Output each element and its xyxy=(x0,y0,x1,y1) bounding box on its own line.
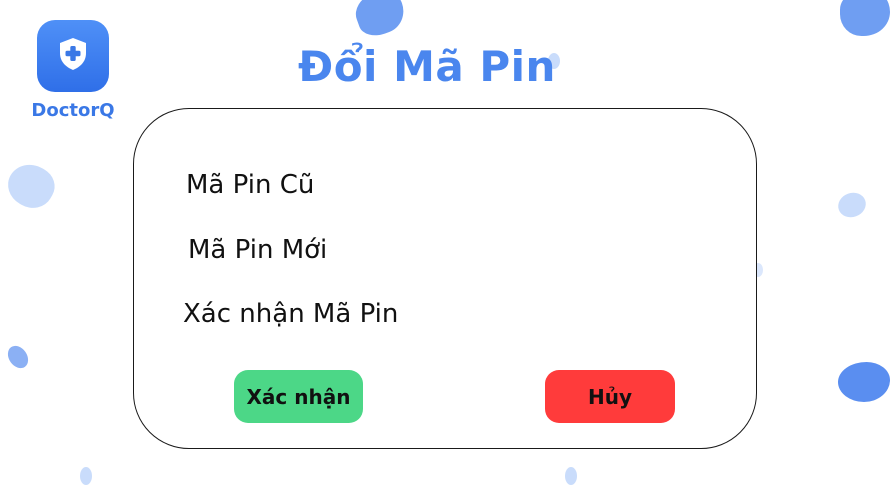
decor-blob xyxy=(838,362,890,402)
cancel-button[interactable]: Hủy xyxy=(545,370,675,423)
decor-blob xyxy=(80,467,92,485)
decor-blob xyxy=(0,156,62,216)
change-pin-form: Mã Pin Cũ Mã Pin Mới Xác nhận Mã Pin Xác… xyxy=(133,108,757,449)
decor-blob xyxy=(350,0,410,41)
shield-plus-icon xyxy=(58,37,88,75)
app-logo: DoctorQ xyxy=(28,20,118,121)
confirm-pin-field[interactable]: Xác nhận Mã Pin xyxy=(183,299,398,329)
old-pin-field[interactable]: Mã Pin Cũ xyxy=(186,170,314,200)
new-pin-field[interactable]: Mã Pin Mới xyxy=(188,235,327,265)
decor-blob xyxy=(565,467,577,485)
page-title: Đổi Mã Pin xyxy=(298,42,556,91)
decor-blob xyxy=(834,188,870,222)
logo-text: DoctorQ xyxy=(31,100,115,121)
decor-blob xyxy=(840,0,890,36)
change-pin-screen: DoctorQ Đổi Mã Pin Mã Pin Cũ Mã Pin Mới … xyxy=(0,0,890,500)
confirm-button[interactable]: Xác nhận xyxy=(234,370,363,423)
decor-blob xyxy=(3,342,33,372)
logo-tile xyxy=(37,20,109,92)
